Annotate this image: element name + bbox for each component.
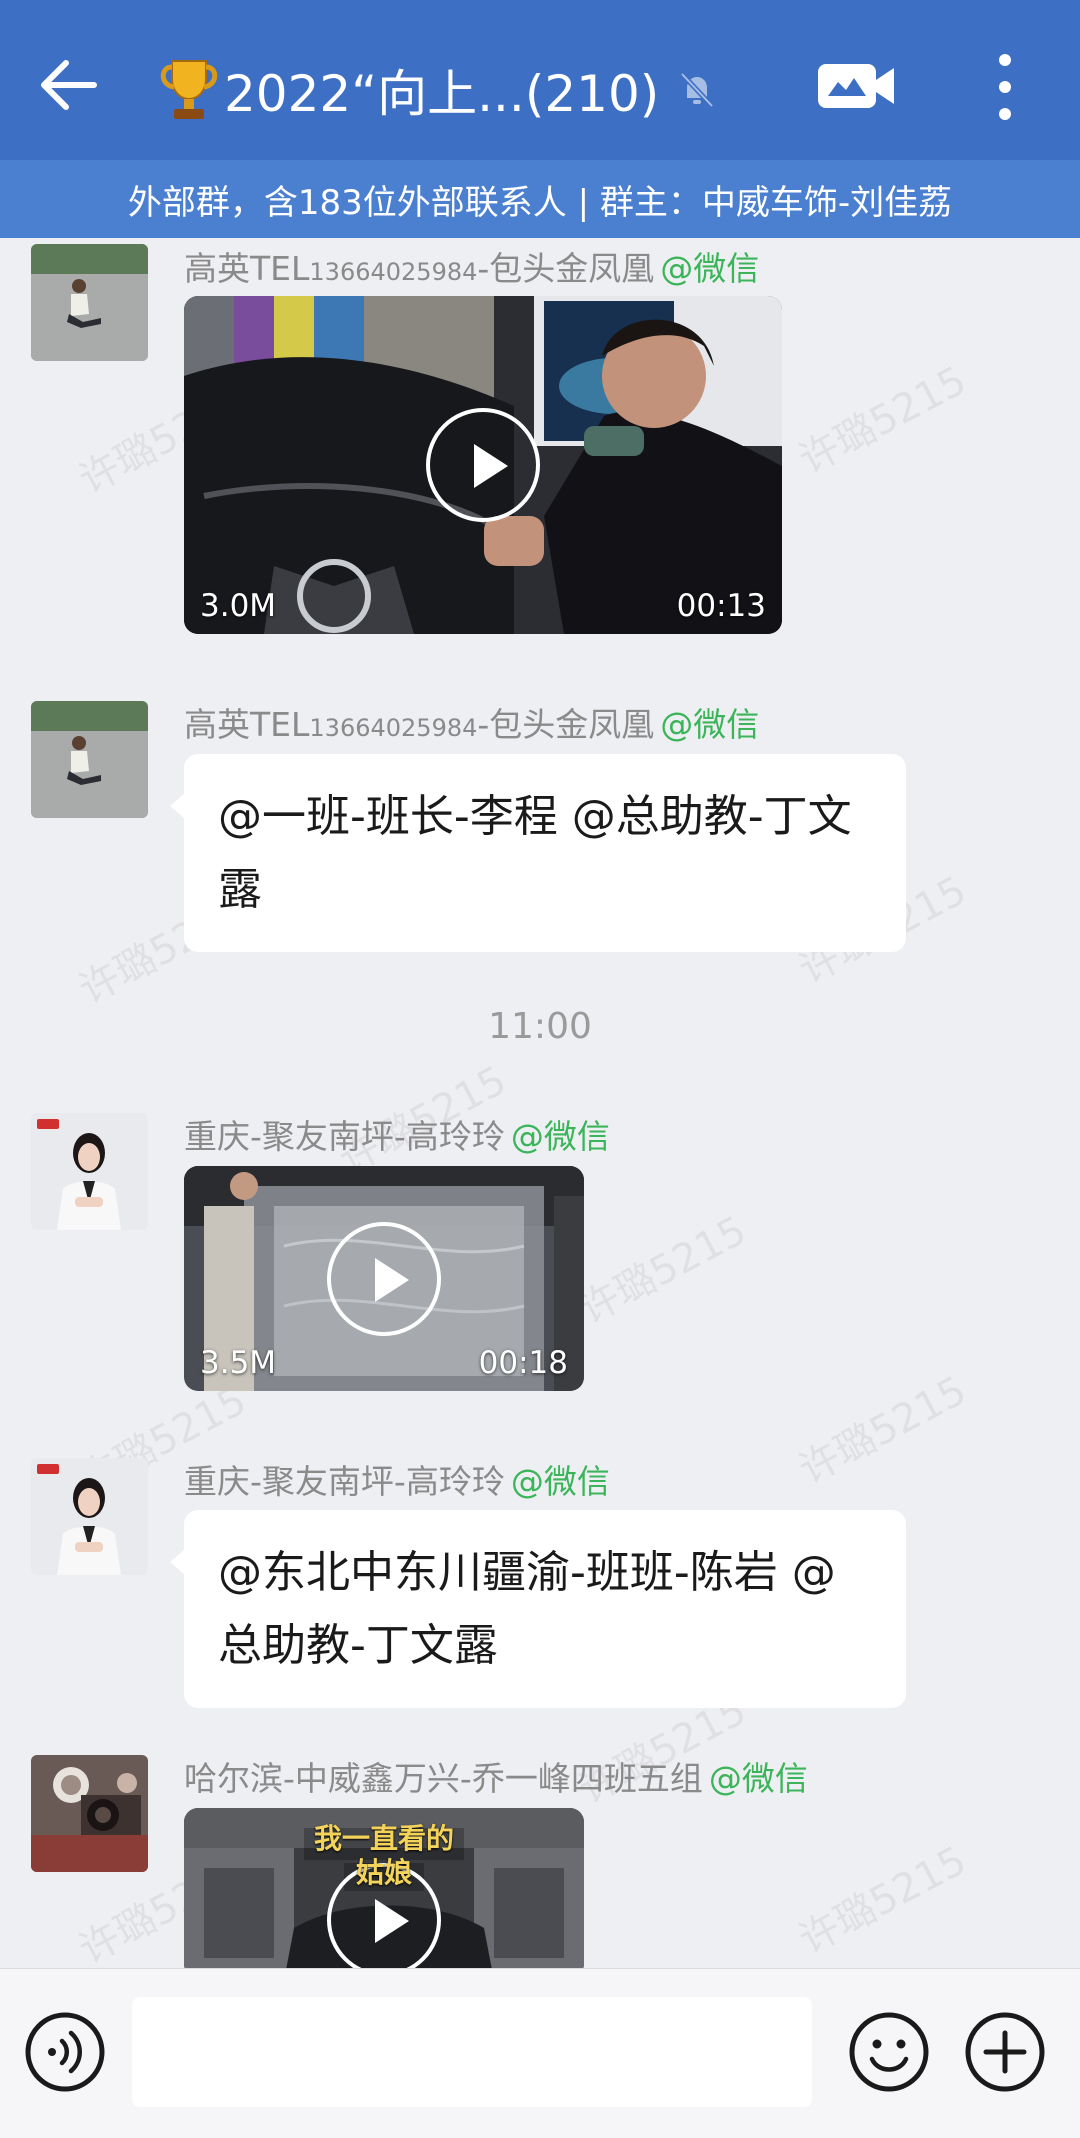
back-button[interactable]	[28, 50, 108, 120]
sender-name-text: 重庆-聚友南坪-高玲玲	[184, 1462, 505, 1501]
more-options-button[interactable]	[990, 50, 1020, 124]
wechat-tag: @微信	[660, 705, 760, 744]
wechat-tag: @微信	[510, 1462, 610, 1501]
trophy-icon	[160, 60, 218, 119]
sender-name-text: 高英	[184, 705, 250, 744]
video-call-button[interactable]	[812, 58, 902, 114]
wechat-tag: @微信	[708, 1759, 808, 1798]
message-timestamp: 11:00	[488, 1006, 592, 1047]
play-icon[interactable]	[426, 408, 540, 522]
video-size: 3.5M	[200, 1345, 277, 1381]
sender-name: 高英TEL13664025984-包头金凤凰 @微信	[184, 242, 759, 290]
sender-name-text: 重庆-聚友南坪-高玲玲	[184, 1117, 505, 1156]
group-info-bar[interactable]: 外部群，含183位外部联系人 | 群主：中威车饰-刘佳荔	[0, 160, 1080, 238]
sender-name: 重庆-聚友南坪-高玲玲 @微信	[184, 1455, 610, 1503]
emoji-icon	[849, 2012, 929, 2092]
sender-name-text: 哈尔滨-中威鑫万兴-乔一峰四班五组	[184, 1759, 703, 1798]
video-size: 3.0M	[200, 588, 277, 624]
avatar[interactable]	[31, 1755, 148, 1872]
sender-tel-prefix: TEL	[250, 249, 310, 288]
plus-icon	[965, 2012, 1045, 2092]
sender-suffix: -包头金凤凰	[477, 705, 655, 744]
sender-tel: 13664025984	[309, 258, 478, 286]
message-input[interactable]	[132, 1997, 812, 2107]
watermark: 许璐5215	[791, 1367, 974, 1494]
video-duration: 00:18	[478, 1345, 568, 1381]
more-vertical-icon	[999, 54, 1011, 120]
sender-tel-prefix: TEL	[250, 705, 310, 744]
message-list[interactable]: 许璐5215 许璐5215 许璐5215 许璐5215 许璐5215 许璐521…	[0, 238, 1080, 1968]
chat-title-text: 2022“向上...(210)	[224, 65, 660, 123]
video-message[interactable]: 3.0M 00:13	[184, 296, 782, 634]
watermark: 许璐5215	[791, 1837, 974, 1964]
chat-title[interactable]: 2022“向上...(210)	[158, 55, 717, 125]
video-duration: 00:13	[676, 588, 766, 624]
watermark: 许璐5215	[571, 1207, 754, 1334]
text-message[interactable]: @一班-班长-李程 @总助教-丁文露	[170, 754, 906, 952]
chat-header: 2022“向上...(210)	[0, 0, 1080, 160]
video-camera-icon	[818, 64, 894, 108]
wechat-tag: @微信	[510, 1117, 610, 1156]
more-functions-button[interactable]	[964, 2011, 1046, 2093]
video-message[interactable]: 3.5M 00:18	[184, 1166, 584, 1391]
avatar[interactable]	[31, 1458, 148, 1575]
sender-suffix: -包头金凤凰	[477, 249, 655, 288]
bell-off-icon	[680, 72, 715, 108]
sender-tel: 13664025984	[309, 714, 478, 742]
text-message[interactable]: @东北中东川疆渝-班班-陈岩 @总助教-丁文露	[170, 1510, 906, 1708]
voice-icon	[25, 2012, 105, 2092]
sender-name: 哈尔滨-中威鑫万兴-乔一峰四班五组 @微信	[184, 1752, 808, 1800]
emoji-button[interactable]	[848, 2011, 930, 2093]
avatar[interactable]	[31, 244, 148, 361]
voice-button[interactable]	[24, 2011, 106, 2093]
video-overlay-text: 我一直看的 姑娘	[313, 1822, 454, 1889]
play-icon[interactable]	[327, 1221, 441, 1336]
avatar[interactable]	[31, 701, 148, 818]
sender-name: 重庆-聚友南坪-高玲玲 @微信	[184, 1110, 610, 1158]
sender-name: 高英TEL13664025984-包头金凤凰 @微信	[184, 698, 759, 746]
watermark: 许璐5215	[791, 357, 974, 484]
arrow-left-icon	[41, 60, 97, 110]
video-message[interactable]: 我一直看的 姑娘	[184, 1808, 584, 1968]
avatar[interactable]	[31, 1113, 148, 1230]
input-bar	[0, 1968, 1080, 2138]
sender-name-text: 高英	[184, 249, 250, 288]
wechat-tag: @微信	[660, 249, 760, 288]
